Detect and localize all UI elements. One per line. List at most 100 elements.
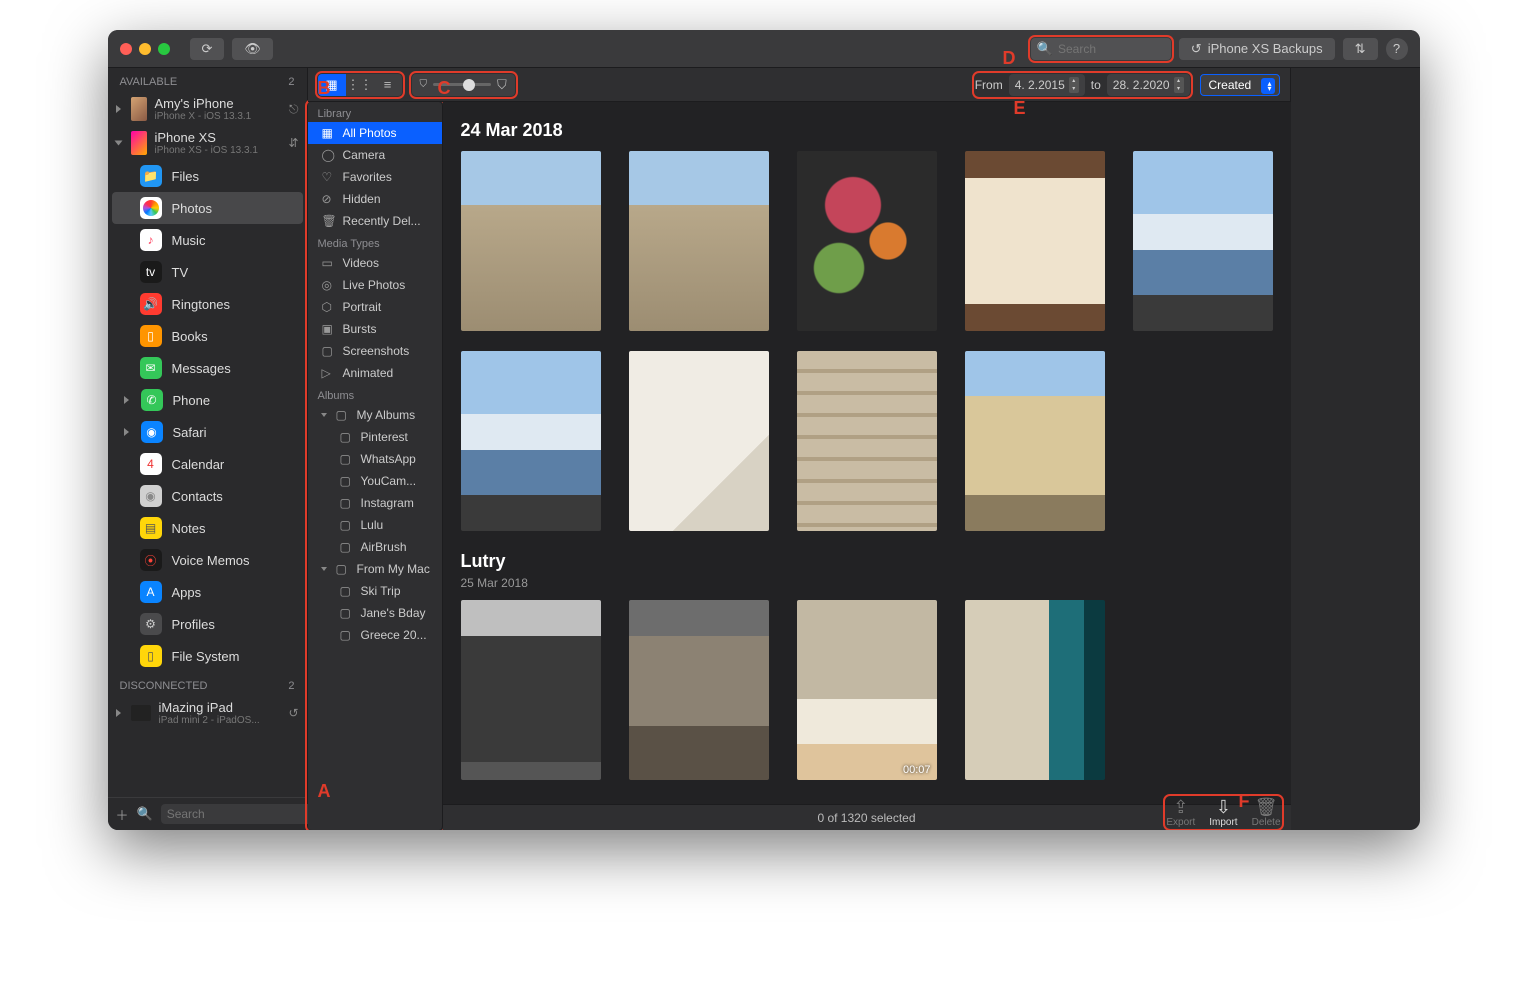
item-icon: ⊘ bbox=[322, 192, 336, 206]
library-item-hidden[interactable]: ⊘Hidden bbox=[308, 188, 442, 210]
photo-thumb[interactable] bbox=[797, 151, 937, 331]
photo-thumb[interactable] bbox=[797, 351, 937, 531]
view-collections-button[interactable]: ▦ bbox=[318, 74, 346, 96]
sidebar-item-messages[interactable]: ✉Messages bbox=[112, 352, 303, 384]
import-button[interactable]: ⇩ Import bbox=[1209, 797, 1237, 828]
photo-thumb[interactable] bbox=[629, 151, 769, 331]
photo-scroll[interactable]: 24 Mar 2018 bbox=[443, 102, 1291, 804]
search-field[interactable]: 🔍 bbox=[1031, 38, 1171, 60]
disclosure-icon[interactable] bbox=[124, 396, 129, 404]
search-input[interactable] bbox=[1058, 42, 1165, 56]
device-imazing-ipad[interactable]: iMazing iPad iPad mini 2 - iPadOS... ↺ bbox=[108, 696, 307, 730]
help-button[interactable]: ? bbox=[1386, 38, 1408, 60]
date-stepper[interactable]: ▴▾ bbox=[1069, 77, 1079, 93]
library-item-jane-s-bday[interactable]: ▢Jane's Bday bbox=[308, 602, 442, 624]
date-stepper[interactable]: ▴▾ bbox=[1174, 77, 1184, 93]
library-item-lulu[interactable]: ▢Lulu bbox=[308, 514, 442, 536]
from-my-mac-folder[interactable]: ▢ From My Mac bbox=[308, 558, 442, 580]
disclosure-icon[interactable] bbox=[124, 428, 129, 436]
photo-thumb[interactable] bbox=[965, 151, 1105, 331]
item-icon: ▢ bbox=[340, 474, 354, 488]
from-date-field[interactable]: 4. 2.2015 ▴▾ bbox=[1009, 74, 1085, 96]
close-window-button[interactable] bbox=[120, 43, 132, 55]
library-item-camera[interactable]: ◯Camera bbox=[308, 144, 442, 166]
library-item-all-photos[interactable]: ▦All Photos bbox=[308, 122, 442, 144]
photo-thumb[interactable] bbox=[965, 600, 1105, 780]
sidebar-item-file-system[interactable]: ▯File System bbox=[112, 640, 303, 672]
disclosure-icon[interactable] bbox=[321, 567, 327, 571]
library-item-recently-del-[interactable]: 🗑Recently Del... bbox=[308, 210, 442, 232]
library-item-bursts[interactable]: ▣Bursts bbox=[308, 318, 442, 340]
my-albums-folder[interactable]: ▢ My Albums bbox=[308, 404, 442, 426]
sidebar-item-ringtones[interactable]: 🔊Ringtones bbox=[112, 288, 303, 320]
sidebar-item-music[interactable]: ♪Music bbox=[112, 224, 303, 256]
delete-button[interactable]: 🗑 Delete bbox=[1252, 797, 1281, 828]
to-date-field[interactable]: 28. 2.2020 ▴▾ bbox=[1107, 74, 1190, 96]
app-icon: tv bbox=[140, 261, 162, 283]
app-icon: ✉ bbox=[140, 357, 162, 379]
library-item-airbrush[interactable]: ▢AirBrush bbox=[308, 536, 442, 558]
view-grid-button[interactable]: ⋮⋮ bbox=[346, 74, 374, 96]
nav-label: Profiles bbox=[172, 617, 215, 632]
sidebar-item-files[interactable]: 📁Files bbox=[112, 160, 303, 192]
view-list-button[interactable]: ≡ bbox=[374, 74, 402, 96]
photo-thumb[interactable] bbox=[965, 351, 1105, 531]
disclosure-icon[interactable] bbox=[321, 413, 327, 417]
export-button[interactable]: ⇪ Export bbox=[1166, 797, 1195, 828]
sidebar-item-voice-memos[interactable]: ⦿Voice Memos bbox=[112, 544, 303, 576]
search-icon: 🔍 bbox=[1037, 41, 1053, 57]
photo-thumb[interactable] bbox=[1133, 151, 1273, 331]
library-item-ski-trip[interactable]: ▢Ski Trip bbox=[308, 580, 442, 602]
disclosure-icon[interactable] bbox=[116, 709, 121, 717]
item-icon: ▷ bbox=[322, 366, 336, 380]
library-item-animated[interactable]: ▷Animated bbox=[308, 362, 442, 384]
sidebar-item-photos[interactable]: Photos bbox=[112, 192, 303, 224]
library-item-videos[interactable]: ▭Videos bbox=[308, 252, 442, 274]
sort-popup[interactable]: Created ▴▾ bbox=[1200, 74, 1280, 96]
library-item-greece-[interactable]: ▢Greece 20... bbox=[308, 624, 442, 646]
person-small-icon: ⛉ bbox=[420, 79, 428, 90]
device-amys-iphone[interactable]: Amy's iPhone iPhone X - iOS 13.3.1 ⎋ bbox=[108, 92, 307, 126]
zoom-window-button[interactable] bbox=[158, 43, 170, 55]
sidebar-item-phone[interactable]: ✆Phone bbox=[112, 384, 303, 416]
backups-button[interactable]: ↺ iPhone XS Backups bbox=[1179, 38, 1335, 60]
library-item-screenshots[interactable]: ▢Screenshots bbox=[308, 340, 442, 362]
device-name: iPhone XS bbox=[155, 130, 281, 145]
library-item-portrait[interactable]: ⬡Portrait bbox=[308, 296, 442, 318]
thumbnail-size-slider[interactable]: ⛉ ⛉ bbox=[412, 74, 515, 96]
photo-thumb[interactable] bbox=[461, 600, 601, 780]
refresh-button[interactable]: ⟳ bbox=[190, 38, 225, 60]
sidebar-item-notes[interactable]: ▤Notes bbox=[112, 512, 303, 544]
library-item-youcam-[interactable]: ▢YouCam... bbox=[308, 470, 442, 492]
photo-thumb[interactable] bbox=[629, 351, 769, 531]
library-item-whatsapp[interactable]: ▢WhatsApp bbox=[308, 448, 442, 470]
sidebar-search-input[interactable] bbox=[161, 804, 328, 824]
sidebar-item-books[interactable]: ▯Books bbox=[112, 320, 303, 352]
disclosure-icon[interactable] bbox=[116, 105, 121, 113]
add-button[interactable]: ＋ bbox=[116, 805, 129, 824]
sidebar-item-profiles[interactable]: ⚙Profiles bbox=[112, 608, 303, 640]
sidebar-item-contacts[interactable]: ◉Contacts bbox=[112, 480, 303, 512]
item-icon: ▢ bbox=[340, 584, 354, 598]
slider-knob[interactable] bbox=[463, 79, 475, 91]
slider-track[interactable] bbox=[433, 83, 491, 86]
sidebar-item-calendar[interactable]: 4Calendar bbox=[112, 448, 303, 480]
quicklook-button[interactable]: 👁 bbox=[232, 38, 273, 60]
video-thumb[interactable]: 00:07 bbox=[797, 600, 937, 780]
photo-thumb[interactable] bbox=[461, 351, 601, 531]
app-icon: ▯ bbox=[140, 325, 162, 347]
disclosure-icon[interactable] bbox=[114, 141, 122, 146]
library-item-live-photos[interactable]: ◎Live Photos bbox=[308, 274, 442, 296]
library-item-favorites[interactable]: ♡Favorites bbox=[308, 166, 442, 188]
device-iphone-xs[interactable]: iPhone XS iPhone XS - iOS 13.3.1 ⇵ bbox=[108, 126, 307, 160]
photo-thumb[interactable] bbox=[461, 151, 601, 331]
library-item-instagram[interactable]: ▢Instagram bbox=[308, 492, 442, 514]
minimize-window-button[interactable] bbox=[139, 43, 151, 55]
sidebar-item-apps[interactable]: AApps bbox=[112, 576, 303, 608]
sidebar-item-tv[interactable]: tvTV bbox=[112, 256, 303, 288]
library-item-pinterest[interactable]: ▢Pinterest bbox=[308, 426, 442, 448]
item-icon: ▢ bbox=[340, 540, 354, 554]
photo-thumb[interactable] bbox=[629, 600, 769, 780]
transfer-button[interactable]: ⇅ bbox=[1343, 38, 1378, 60]
sidebar-item-safari[interactable]: ◉Safari bbox=[112, 416, 303, 448]
